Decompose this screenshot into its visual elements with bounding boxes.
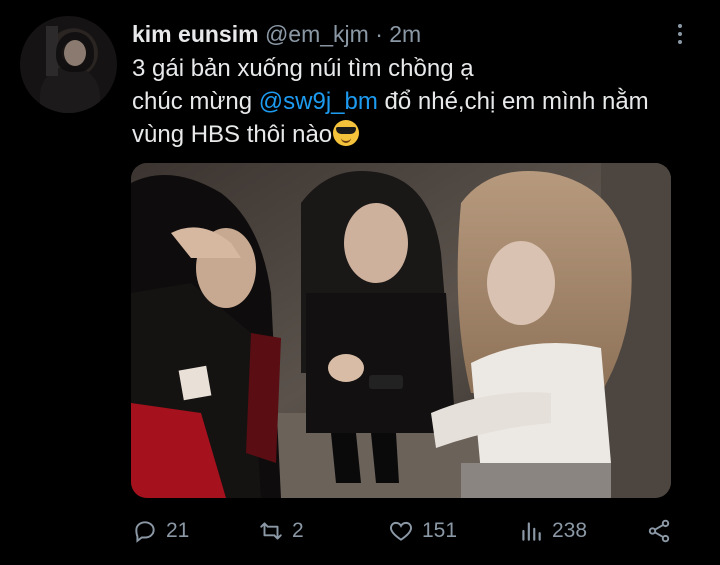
tweet-text: 3 gái bản xuống núi tìm chồng ạ chúc mừn… xyxy=(132,52,697,151)
retweet-button[interactable]: 2 xyxy=(258,513,304,549)
heart-icon xyxy=(390,521,412,541)
views-count: 238 xyxy=(552,519,588,542)
avatar-figure-face xyxy=(64,40,86,66)
tweet-text-segment: đổ nhé,chị em mình nằm xyxy=(377,88,649,115)
views-bar-chart-icon xyxy=(522,522,541,541)
reply-button[interactable]: 21 xyxy=(132,513,189,549)
share-button[interactable] xyxy=(646,513,672,549)
tweet-text-segment: vùng HBS thôi nào xyxy=(132,121,333,148)
more-dot xyxy=(678,40,682,44)
tweet-text-line: 3 gái bản xuống núi tìm chồng ạ xyxy=(132,55,474,82)
tweet-header: kim eunsim @em_kjm · 2m xyxy=(132,20,421,48)
author-handle[interactable]: @em_kjm xyxy=(265,21,369,47)
author-avatar[interactable] xyxy=(20,16,117,113)
tweet-text-line: vùng HBS thôi nào xyxy=(132,118,697,151)
retweet-icon xyxy=(260,522,282,540)
share-icon xyxy=(648,519,670,543)
like-count: 151 xyxy=(422,519,458,542)
like-button[interactable]: 151 xyxy=(388,513,457,549)
timestamp[interactable]: 2m xyxy=(389,21,421,47)
more-options-icon[interactable] xyxy=(671,20,689,48)
more-dot xyxy=(678,24,682,28)
tweet-text-line: chúc mừng @sw9j_bm đổ nhé,chị em mình nằ… xyxy=(132,85,697,118)
retweet-count: 2 xyxy=(292,519,304,542)
tweet-text-segment: chúc mừng xyxy=(132,88,259,115)
sunglasses-emoji-icon xyxy=(333,120,360,146)
photo-illustration xyxy=(131,163,671,498)
tweet-actions: 21 2 151 238 xyxy=(132,513,677,549)
reply-count: 21 xyxy=(166,519,190,542)
author-name[interactable]: kim eunsim xyxy=(132,21,259,47)
mention-link[interactable]: @sw9j_bm xyxy=(259,88,378,115)
more-dot xyxy=(678,32,682,36)
tweet-photo[interactable] xyxy=(131,163,671,498)
separator-dot: · xyxy=(375,21,383,47)
reply-icon xyxy=(135,521,155,543)
views-button[interactable]: 238 xyxy=(518,513,587,549)
